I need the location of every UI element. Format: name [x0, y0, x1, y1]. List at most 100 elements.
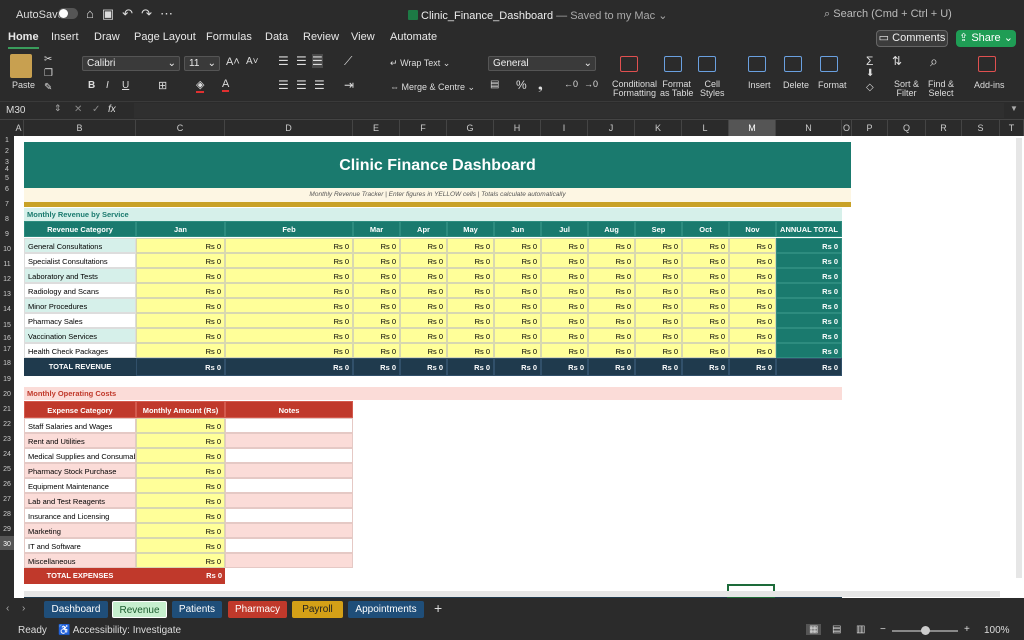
- row-header-29[interactable]: 29: [0, 520, 14, 535]
- row-header-16[interactable]: 16: [0, 333, 14, 342]
- column-header-c[interactable]: C: [136, 120, 225, 136]
- format-as-table-button[interactable]: Format as Table: [660, 80, 693, 98]
- row-header-18[interactable]: 18: [0, 354, 14, 370]
- revenue-input-cell[interactable]: Rs 0: [353, 253, 400, 268]
- increase-decimal-icon[interactable]: ←0: [564, 79, 578, 89]
- row-header-23[interactable]: 23: [0, 430, 14, 445]
- revenue-input-cell[interactable]: Rs 0: [225, 343, 353, 358]
- sort-filter-icon[interactable]: ⇅: [892, 54, 902, 68]
- revenue-input-cell[interactable]: Rs 0: [635, 253, 682, 268]
- revenue-input-cell[interactable]: Rs 0: [729, 238, 776, 253]
- align-bottom-icon[interactable]: ☰: [312, 54, 323, 68]
- revenue-input-cell[interactable]: Rs 0: [225, 298, 353, 313]
- number-format-select[interactable]: General ⌄: [488, 56, 596, 71]
- insert-cells-icon[interactable]: [748, 56, 766, 72]
- expense-amount-input[interactable]: Rs 0: [136, 508, 225, 523]
- revenue-input-cell[interactable]: Rs 0: [635, 268, 682, 283]
- column-header-g[interactable]: G: [447, 120, 494, 136]
- row-header-30[interactable]: 30: [0, 536, 14, 550]
- revenue-input-cell[interactable]: Rs 0: [635, 283, 682, 298]
- revenue-input-cell[interactable]: Rs 0: [682, 268, 729, 283]
- find-select-button[interactable]: Find & Select: [928, 80, 954, 98]
- row-header-7[interactable]: 7: [0, 195, 14, 210]
- revenue-input-cell[interactable]: Rs 0: [494, 313, 541, 328]
- column-header-k[interactable]: K: [635, 120, 682, 136]
- revenue-input-cell[interactable]: Rs 0: [682, 238, 729, 253]
- expense-notes-input[interactable]: [225, 538, 353, 553]
- expense-amount-input[interactable]: Rs 0: [136, 538, 225, 553]
- borders-icon[interactable]: ⊞: [158, 79, 167, 92]
- column-header-p[interactable]: P: [852, 120, 888, 136]
- row-header-2[interactable]: 2: [0, 142, 14, 158]
- worksheet-grid[interactable]: ABCDEFGHIJKLMNOPQRST 1 2 3 4 5 6 7 8 9 10 11 12 13 14…: [0, 120, 1024, 598]
- tab-scroll-right-icon[interactable]: ›: [22, 603, 25, 614]
- paste-icon[interactable]: [10, 54, 32, 78]
- revenue-input-cell[interactable]: Rs 0: [353, 313, 400, 328]
- sheet-tab-appointments[interactable]: Appointments: [348, 601, 424, 618]
- font-size-select[interactable]: 11 ⌄: [184, 56, 220, 71]
- tab-draw[interactable]: Draw: [94, 31, 120, 43]
- column-header-o[interactable]: O: [842, 120, 852, 136]
- column-header-n[interactable]: N: [776, 120, 842, 136]
- expense-notes-input[interactable]: [225, 493, 353, 508]
- sheet-tab-dashboard[interactable]: Dashboard: [44, 601, 108, 618]
- font-name-select[interactable]: Calibri ⌄: [82, 56, 180, 71]
- cut-icon[interactable]: ✂: [44, 54, 52, 65]
- revenue-input-cell[interactable]: Rs 0: [682, 253, 729, 268]
- revenue-input-cell[interactable]: Rs 0: [447, 298, 494, 313]
- column-header-h[interactable]: H: [494, 120, 541, 136]
- revenue-input-cell[interactable]: Rs 0: [635, 298, 682, 313]
- revenue-input-cell[interactable]: Rs 0: [682, 343, 729, 358]
- expense-notes-input[interactable]: [225, 508, 353, 523]
- add-sheet-icon[interactable]: +: [434, 600, 442, 616]
- tab-insert[interactable]: Insert: [51, 31, 79, 43]
- sheet-tab-pharmacy[interactable]: Pharmacy: [228, 601, 287, 618]
- format-as-table-icon[interactable]: [664, 56, 682, 72]
- add-ins-button[interactable]: Add-ins: [974, 80, 1005, 90]
- sheet-tab-patients[interactable]: Patients: [172, 601, 222, 618]
- revenue-input-cell[interactable]: Rs 0: [136, 313, 225, 328]
- column-header-j[interactable]: J: [588, 120, 635, 136]
- increase-font-icon[interactable]: A˄: [226, 56, 240, 68]
- expense-notes-input[interactable]: [225, 463, 353, 478]
- revenue-input-cell[interactable]: Rs 0: [541, 253, 588, 268]
- format-cells-icon[interactable]: [820, 56, 838, 72]
- format-cells-button[interactable]: Format: [818, 80, 847, 90]
- revenue-input-cell[interactable]: Rs 0: [729, 268, 776, 283]
- revenue-input-cell[interactable]: Rs 0: [494, 298, 541, 313]
- revenue-input-cell[interactable]: Rs 0: [400, 283, 447, 298]
- revenue-input-cell[interactable]: Rs 0: [541, 283, 588, 298]
- row-header-5[interactable]: 5: [0, 172, 14, 182]
- add-ins-icon[interactable]: [978, 56, 996, 72]
- revenue-input-cell[interactable]: Rs 0: [447, 253, 494, 268]
- underline-icon[interactable]: U: [122, 80, 129, 91]
- row-header-25[interactable]: 25: [0, 460, 14, 475]
- delete-cells-button[interactable]: Delete: [783, 80, 809, 90]
- zoom-in-icon[interactable]: +: [964, 624, 970, 635]
- conditional-formatting-button[interactable]: Conditional Formatting: [612, 80, 657, 98]
- row-header-10[interactable]: 10: [0, 240, 14, 255]
- revenue-input-cell[interactable]: Rs 0: [729, 313, 776, 328]
- row-header-22[interactable]: 22: [0, 415, 14, 430]
- wrap-text-button[interactable]: ↵ Wrap Text ⌄: [390, 58, 450, 69]
- revenue-input-cell[interactable]: Rs 0: [225, 328, 353, 343]
- tab-review[interactable]: Review: [303, 31, 339, 43]
- row-header-14[interactable]: 14: [0, 300, 14, 315]
- column-header-t[interactable]: T: [1000, 120, 1024, 136]
- revenue-input-cell[interactable]: Rs 0: [541, 298, 588, 313]
- row-header-8[interactable]: 8: [0, 210, 14, 225]
- format-painter-icon[interactable]: ✎: [44, 82, 52, 93]
- redo-icon[interactable]: ↷: [141, 6, 152, 22]
- revenue-input-cell[interactable]: Rs 0: [447, 268, 494, 283]
- cell-styles-button[interactable]: Cell Styles: [700, 80, 725, 98]
- revenue-input-cell[interactable]: Rs 0: [494, 283, 541, 298]
- revenue-input-cell[interactable]: Rs 0: [588, 313, 635, 328]
- column-header-f[interactable]: F: [400, 120, 447, 136]
- conditional-formatting-icon[interactable]: [620, 56, 638, 72]
- orientation-icon[interactable]: ⟋: [344, 54, 352, 69]
- expense-amount-input[interactable]: Rs 0: [136, 448, 225, 463]
- search-box[interactable]: ⌕ Search (Cmd + Ctrl + U): [820, 5, 1016, 23]
- italic-icon[interactable]: I: [106, 80, 109, 91]
- column-header-i[interactable]: I: [541, 120, 588, 136]
- revenue-input-cell[interactable]: Rs 0: [353, 298, 400, 313]
